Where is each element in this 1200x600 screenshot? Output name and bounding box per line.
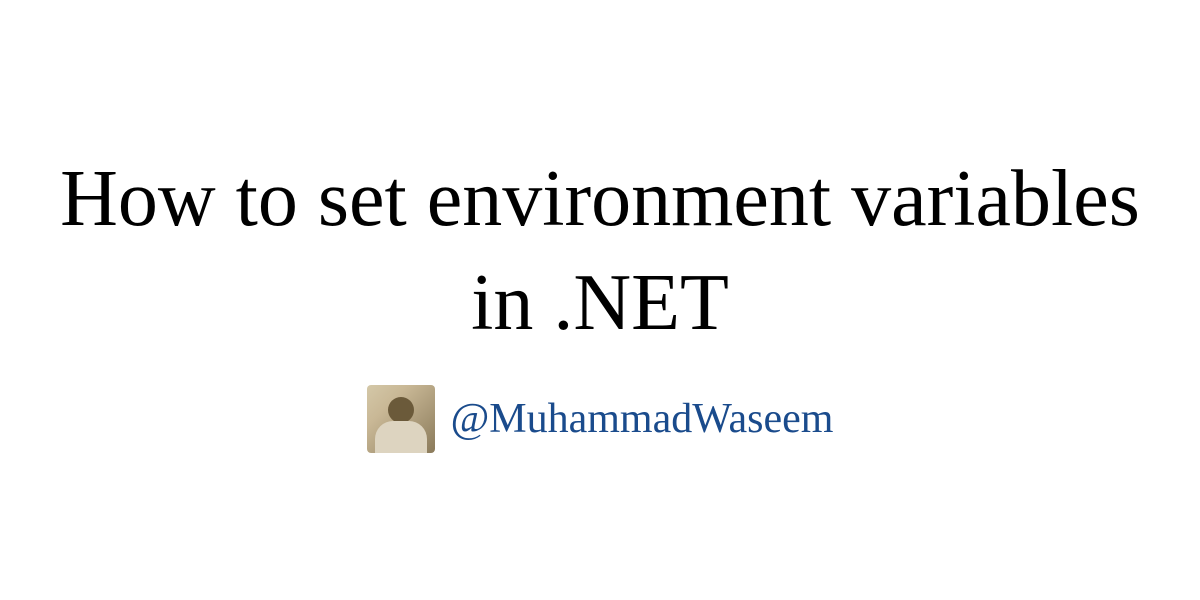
author-row: @MuhammadWaseem: [367, 385, 834, 453]
author-avatar: [367, 385, 435, 453]
author-handle[interactable]: @MuhammadWaseem: [451, 395, 834, 443]
page-title: How to set environment variables in .NET: [50, 147, 1150, 355]
